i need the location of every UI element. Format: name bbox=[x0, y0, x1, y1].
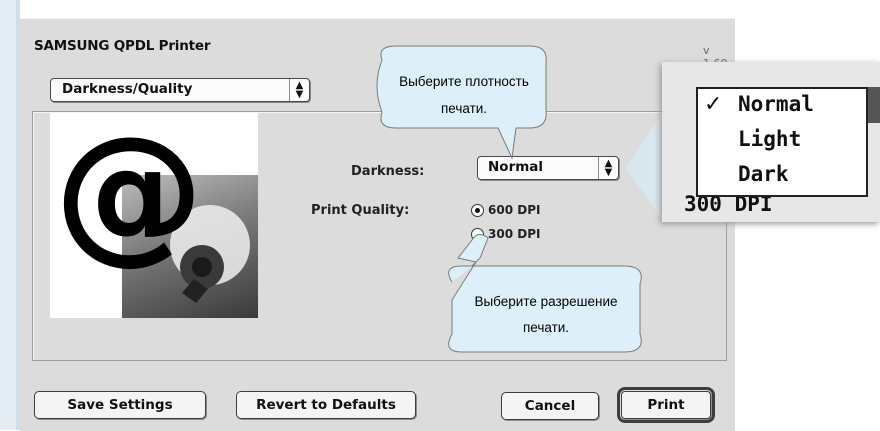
updown-arrows-icon: ▲ ▼ bbox=[289, 79, 309, 101]
menu-item-dark[interactable]: Dark bbox=[738, 162, 789, 186]
resolution-callout-line2: печати. bbox=[522, 320, 570, 335]
section-popup-label: Darkness/Quality bbox=[62, 81, 193, 97]
resolution-callout-line1: Выберите разрешение bbox=[474, 294, 618, 309]
menu-item-light[interactable]: Light bbox=[738, 127, 801, 151]
cancel-button[interactable]: Cancel bbox=[501, 392, 599, 420]
darkness-menu-list: ✓ Normal Light Dark bbox=[696, 87, 868, 197]
save-settings-button[interactable]: Save Settings bbox=[34, 391, 206, 419]
at-sign-graphic: @ bbox=[54, 113, 204, 279]
print-button[interactable]: Print bbox=[617, 387, 715, 423]
section-popup[interactable]: Darkness/Quality ▲ ▼ bbox=[50, 78, 310, 102]
menu-item-normal[interactable]: Normal bbox=[738, 92, 814, 116]
darkness-callout-line1: Выберите плотность bbox=[399, 74, 529, 89]
updown-arrows-icon: ▲ ▼ bbox=[598, 157, 618, 179]
print-quality-label: Print Quality: bbox=[311, 203, 410, 218]
radio-600dpi-label[interactable]: 600 DPI bbox=[488, 203, 540, 217]
dialog-title: SAMSUNG QPDL Printer bbox=[34, 38, 211, 54]
preview-image: @ bbox=[50, 113, 258, 318]
darkness-value: Normal bbox=[488, 159, 544, 175]
darkness-label: Darkness: bbox=[351, 164, 425, 179]
darkness-popup[interactable]: Normal ▲ ▼ bbox=[477, 156, 619, 180]
left-stripe bbox=[0, 0, 16, 430]
radio-300dpi-label[interactable]: 300 DPI bbox=[488, 227, 540, 241]
print-dialog: SAMSUNG QPDL Printer v 1.60 Darkness/Qua… bbox=[20, 18, 735, 431]
radio-300dpi[interactable] bbox=[471, 228, 484, 241]
darkness-callout-line2: печати. bbox=[440, 101, 488, 116]
revert-defaults-button[interactable]: Revert to Defaults bbox=[236, 391, 416, 419]
checkmark-icon: ✓ bbox=[704, 92, 723, 117]
radio-600dpi[interactable] bbox=[471, 204, 484, 217]
zoomed-menu-inset: 300 DPI ✓ Normal Light Dark bbox=[662, 62, 880, 222]
zoom-scrollbar bbox=[868, 87, 880, 123]
